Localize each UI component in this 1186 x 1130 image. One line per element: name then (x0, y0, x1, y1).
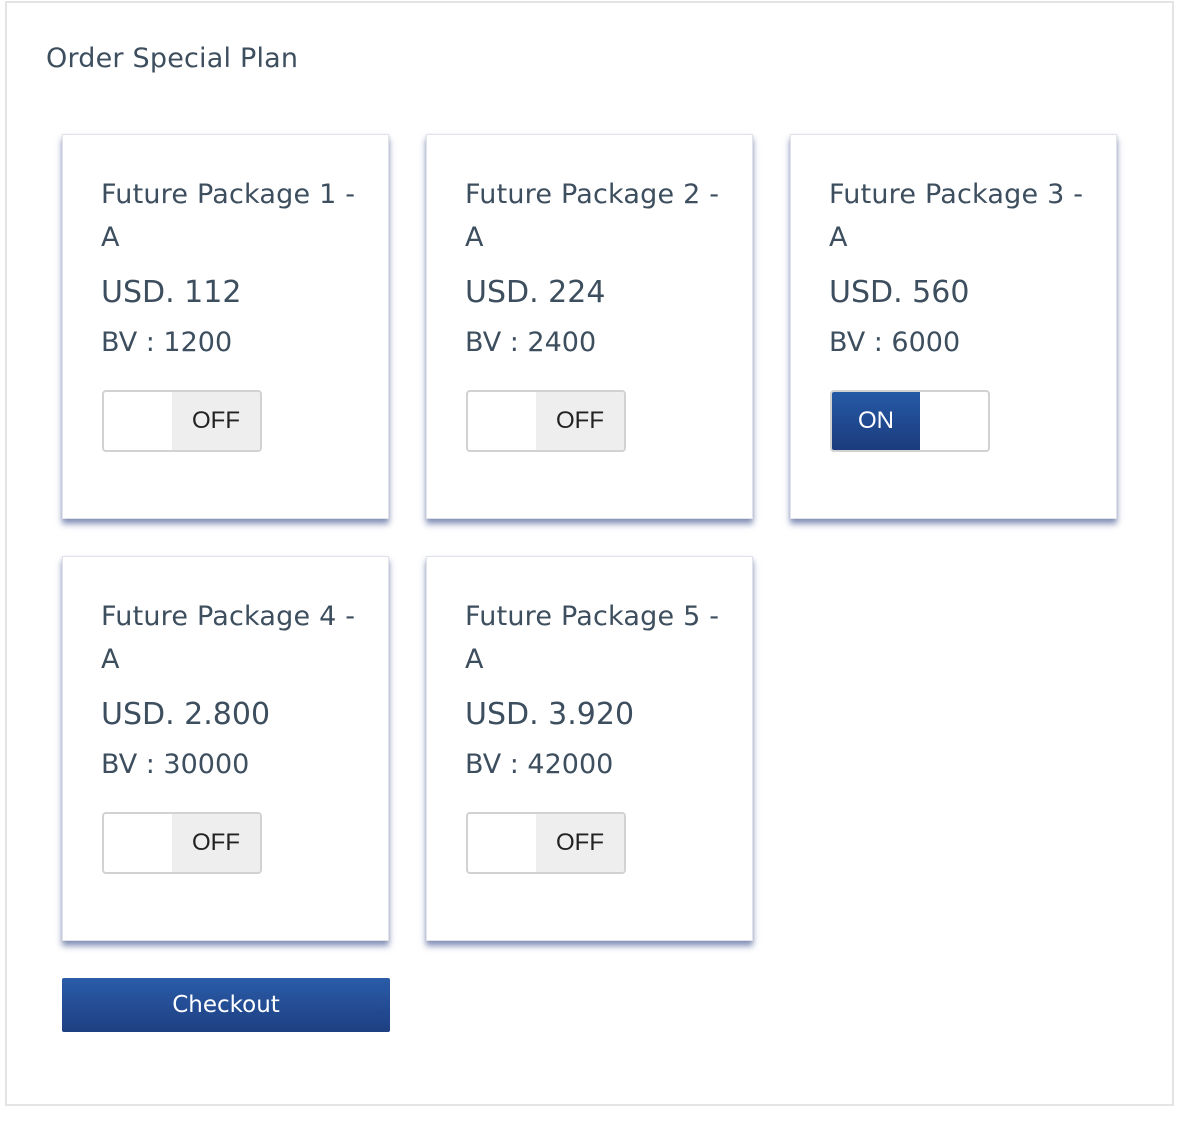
checkout-button[interactable]: Checkout (62, 978, 390, 1032)
package-title: Future Package 4 - A (101, 601, 356, 675)
package-card-1: Future Package 1 - A USD. 112 BV : 1200 … (62, 134, 389, 519)
package-price: USD. 2.800 (101, 697, 271, 732)
toggle-label: OFF (172, 392, 260, 450)
package-price: USD. 224 (465, 275, 606, 310)
package-toggle-5[interactable]: OFF (466, 812, 626, 874)
package-title: Future Package 5 - A (465, 601, 720, 675)
package-card-2: Future Package 2 - A USD. 224 BV : 2400 … (426, 134, 753, 519)
toggle-label: OFF (172, 814, 260, 872)
package-toggle-1[interactable]: OFF (102, 390, 262, 452)
package-bv: BV : 2400 (465, 327, 597, 358)
package-price: USD. 112 (101, 275, 242, 310)
package-card-4: Future Package 4 - A USD. 2.800 BV : 300… (62, 556, 389, 941)
package-bv: BV : 42000 (465, 749, 614, 780)
package-toggle-2[interactable]: OFF (466, 390, 626, 452)
page-title: Order Special Plan (46, 43, 299, 74)
toggle-label: OFF (536, 392, 624, 450)
package-toggle-3[interactable]: ON (830, 390, 990, 452)
package-title: Future Package 3 - A (829, 179, 1084, 253)
package-title: Future Package 1 - A (101, 179, 356, 253)
package-card-5: Future Package 5 - A USD. 3.920 BV : 420… (426, 556, 753, 941)
package-card-3: Future Package 3 - A USD. 560 BV : 6000 … (790, 134, 1117, 519)
package-toggle-4[interactable]: OFF (102, 812, 262, 874)
package-price: USD. 560 (829, 275, 970, 310)
package-bv: BV : 1200 (101, 327, 233, 358)
toggle-label: OFF (536, 814, 624, 872)
package-title: Future Package 2 - A (465, 179, 720, 253)
toggle-label: ON (832, 392, 920, 450)
package-price: USD. 3.920 (465, 697, 635, 732)
package-bv: BV : 6000 (829, 327, 961, 358)
package-bv: BV : 30000 (101, 749, 250, 780)
